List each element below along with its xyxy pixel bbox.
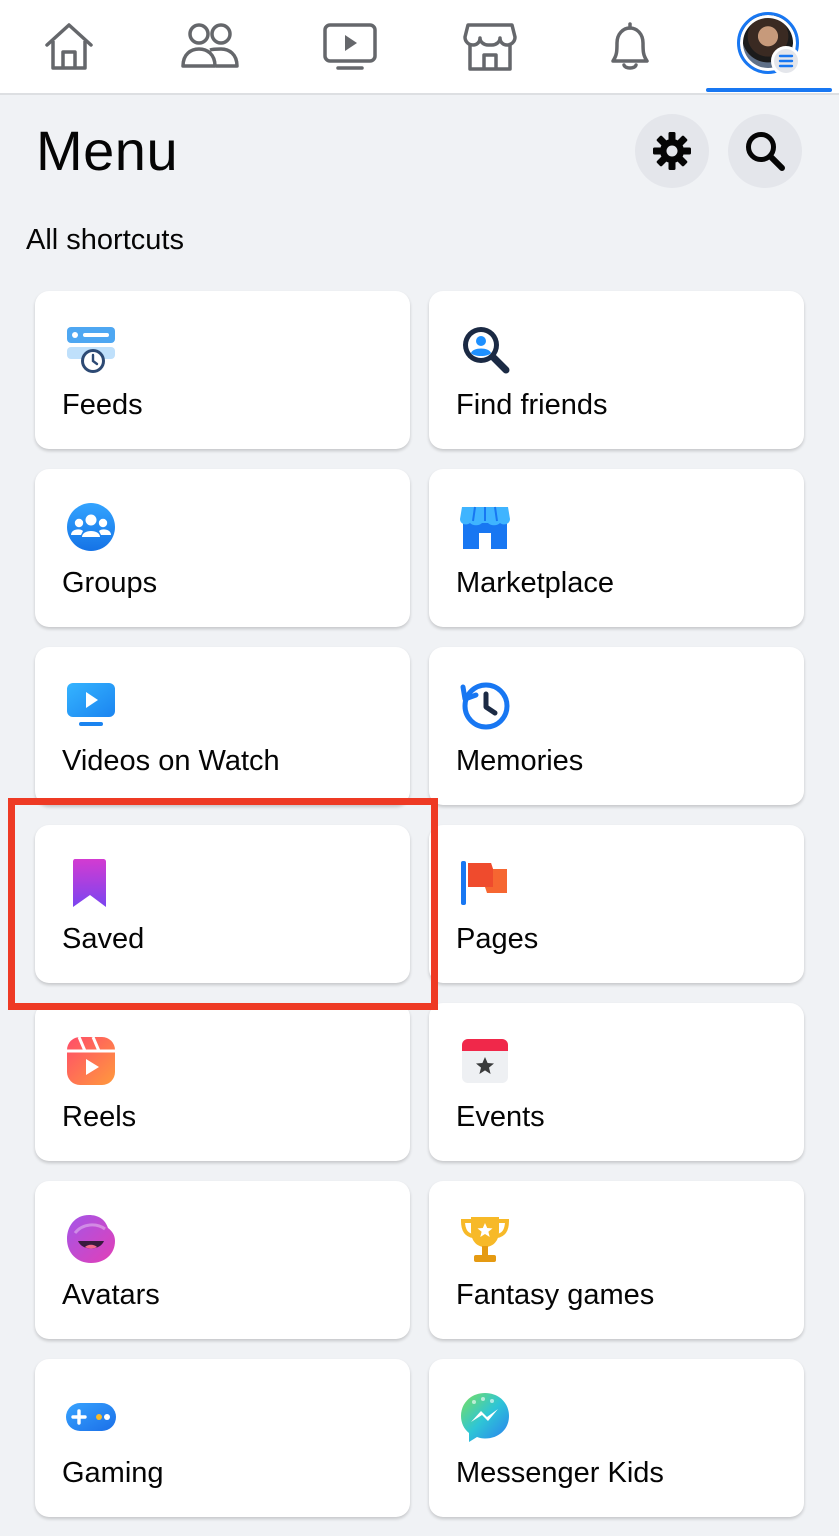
shortcut-label: Groups bbox=[62, 567, 158, 599]
shortcut-card-feeds[interactable]: Feeds bbox=[35, 291, 410, 449]
shortcut-card-avatars[interactable]: Avatars bbox=[35, 1181, 410, 1339]
settings-button[interactable] bbox=[635, 114, 709, 188]
shortcut-label: Pages bbox=[456, 923, 539, 955]
shortcut-card-events[interactable]: Events bbox=[429, 1003, 804, 1161]
shortcut-label: Videos on Watch bbox=[62, 745, 280, 777]
shortcut-card-marketplace[interactable]: Marketplace bbox=[429, 469, 804, 627]
pages-flag-icon bbox=[461, 861, 507, 905]
shortcut-label: Feeds bbox=[62, 389, 143, 421]
search-button[interactable] bbox=[728, 114, 802, 188]
shortcut-card-reels[interactable]: Reels bbox=[35, 1003, 410, 1161]
notifications-bell-icon bbox=[611, 21, 649, 70]
feeds-icon bbox=[67, 327, 115, 373]
shortcut-card-memories[interactable]: Memories bbox=[429, 647, 804, 805]
messenger-kids-icon bbox=[461, 1393, 509, 1442]
shortcut-card-fantasy-games[interactable]: Fantasy games bbox=[429, 1181, 804, 1339]
highlight-annotation-box bbox=[8, 798, 438, 1010]
shortcut-label: Events bbox=[456, 1101, 545, 1133]
search-icon bbox=[746, 132, 785, 171]
gaming-controller-icon bbox=[66, 1403, 116, 1431]
nav-tab-watch[interactable] bbox=[285, 0, 415, 93]
nav-tab-notifications[interactable] bbox=[565, 0, 695, 93]
events-calendar-icon bbox=[462, 1039, 508, 1083]
shortcut-card-find-friends[interactable]: Find friends bbox=[429, 291, 804, 449]
all-shortcuts-label: All shortcuts bbox=[26, 224, 184, 256]
shortcut-label: Avatars bbox=[62, 1279, 160, 1311]
shortcut-label: Find friends bbox=[456, 389, 608, 421]
friends-icon bbox=[181, 22, 239, 68]
avatars-icon bbox=[67, 1215, 115, 1263]
shortcut-card-messenger-kids[interactable]: Messenger Kids bbox=[429, 1359, 804, 1517]
shortcut-label: Messenger Kids bbox=[456, 1457, 664, 1489]
marketplace-store-icon bbox=[460, 506, 510, 549]
video-watch-icon bbox=[67, 683, 115, 726]
nav-tab-marketplace[interactable] bbox=[425, 0, 555, 93]
top-navigation-bar bbox=[0, 0, 839, 95]
shortcut-card-gaming[interactable]: Gaming bbox=[35, 1359, 410, 1517]
nav-tab-friends[interactable] bbox=[145, 0, 275, 93]
reels-icon bbox=[67, 1036, 115, 1085]
shortcut-card-videos-on-watch[interactable]: Videos on Watch bbox=[35, 647, 410, 805]
find-friends-icon bbox=[463, 327, 510, 374]
fantasy-trophy-icon bbox=[460, 1217, 510, 1262]
shortcut-label: Memories bbox=[456, 745, 584, 777]
gear-icon bbox=[653, 132, 691, 170]
active-tab-indicator bbox=[706, 88, 832, 92]
shortcut-label: Gaming bbox=[62, 1457, 164, 1489]
menu-lines-icon bbox=[771, 46, 801, 76]
home-icon bbox=[45, 22, 93, 70]
shortcut-label: Reels bbox=[62, 1101, 137, 1133]
nav-tab-home[interactable] bbox=[4, 0, 134, 93]
shortcut-card-groups[interactable]: Groups bbox=[35, 469, 410, 627]
shortcut-label: Marketplace bbox=[456, 567, 614, 599]
shortcut-label: Fantasy games bbox=[456, 1279, 655, 1311]
watch-icon bbox=[323, 22, 377, 70]
marketplace-icon bbox=[463, 22, 517, 71]
page-title: Menu bbox=[36, 119, 179, 182]
shortcut-card-pages[interactable]: Pages bbox=[429, 825, 804, 983]
memories-clock-icon bbox=[460, 682, 510, 730]
groups-icon bbox=[67, 503, 115, 551]
